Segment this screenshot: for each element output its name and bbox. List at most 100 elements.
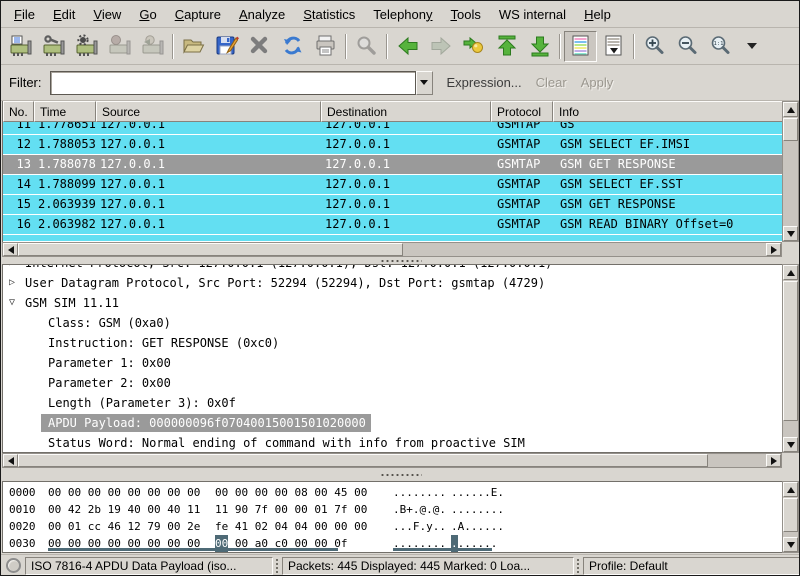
detail-row-length[interactable]: Length (Parameter 3): 0x0f [3, 393, 782, 413]
clear-button[interactable]: Clear [536, 75, 567, 90]
capture-start-button[interactable] [70, 31, 103, 62]
menu-capture[interactable]: Capture [166, 3, 230, 26]
packet-list-vscrollbar[interactable] [782, 101, 799, 242]
packet-row[interactable]: 152.063939127.0.0.1127.0.0.1GSMTAPGSM GE… [3, 195, 782, 215]
vscroll-thumb[interactable] [783, 118, 798, 141]
filter-input[interactable] [50, 71, 416, 95]
go-forward-button[interactable] [424, 31, 457, 62]
details-hscrollbar[interactable] [2, 453, 782, 468]
scroll-down-button[interactable] [783, 537, 798, 552]
packet-details-pane: ▷ Internet Protocol, Src: 127.0.0.1 (127… [2, 264, 782, 453]
packet-row[interactable]: 141.788099127.0.0.1127.0.0.1GSMTAPGSM SE… [3, 175, 782, 195]
column-header-info[interactable]: Info [553, 101, 782, 122]
go-back-icon [395, 34, 421, 58]
close-file-button[interactable] [243, 31, 276, 62]
details-vscrollbar[interactable] [782, 264, 799, 453]
go-to-top-button[interactable] [490, 31, 523, 62]
scroll-up-button[interactable] [783, 482, 798, 497]
print-button[interactable] [309, 31, 342, 62]
arrow-up-icon [787, 487, 795, 493]
column-header-source[interactable]: Source [96, 101, 321, 122]
list-interfaces-button[interactable] [4, 31, 37, 62]
find-button[interactable] [350, 31, 383, 62]
scroll-left-button[interactable] [3, 454, 18, 467]
scroll-down-button[interactable] [783, 437, 798, 452]
vscroll-thumb[interactable] [783, 498, 798, 532]
column-header-protocol[interactable]: Protocol [491, 101, 553, 122]
detail-row-gsm-sim[interactable]: ▽ GSM SIM 11.11 [3, 293, 782, 313]
packet-row-selected[interactable]: 131.788078127.0.0.1127.0.0.1GSMTAPGSM GE… [3, 155, 782, 175]
packet-row-partial[interactable]: 11 1.778651 127.0.0.1 127.0.0.1 GSMTAP G… [3, 122, 782, 135]
go-to-bottom-button[interactable] [523, 31, 556, 62]
packet-row[interactable]: 121.788053127.0.0.1127.0.0.1GSMTAPGSM SE… [3, 135, 782, 155]
column-header-no[interactable]: No. [3, 101, 34, 122]
go-back-button[interactable] [391, 31, 424, 62]
zoom-in-button[interactable] [638, 31, 671, 62]
scroll-left-button[interactable] [3, 243, 18, 256]
capture-restart-button[interactable] [136, 31, 169, 62]
menu-analyze[interactable]: Analyze [230, 3, 294, 26]
hex-row[interactable]: 001000 42 2b 19 40 00 40 1111 90 7f 00 0… [3, 501, 782, 518]
capture-stop-button[interactable] [103, 31, 136, 62]
column-header-destination[interactable]: Destination [321, 101, 491, 122]
packet-row-partial-bottom[interactable] [3, 235, 782, 241]
hex-row[interactable]: 000000 00 00 00 00 00 00 0000 00 00 00 0… [3, 484, 782, 501]
menu-go[interactable]: Go [130, 3, 165, 26]
pane-splitter[interactable] [1, 257, 800, 264]
expression-button[interactable]: Expression... [447, 75, 522, 90]
hscroll-thumb[interactable] [18, 243, 403, 256]
menu-tools[interactable]: Tools [442, 3, 490, 26]
menu-help[interactable]: Help [575, 3, 620, 26]
bytes-vscrollbar[interactable] [782, 481, 799, 553]
toolbar-overflow-caret-icon[interactable] [747, 43, 757, 49]
scroll-up-button[interactable] [783, 265, 798, 280]
zoom-in-icon [642, 34, 668, 58]
detail-row-status-word[interactable]: Status Word: Normal ending of command wi… [3, 433, 782, 453]
auto-scroll-toggle-button[interactable] [597, 31, 630, 62]
pane-splitter[interactable] [1, 468, 800, 481]
hscroll-thumb[interactable] [18, 454, 708, 467]
next-row-highlight-sliver [48, 548, 338, 551]
menu-file[interactable]: File [5, 3, 44, 26]
packet-bytes-pane: 000000 00 00 00 00 00 00 0000 00 00 00 0… [2, 481, 782, 553]
detail-row-instruction[interactable]: Instruction: GET RESPONSE (0xc0) [3, 333, 782, 353]
reload-button[interactable] [276, 31, 309, 62]
status-resize-handle[interactable] [275, 558, 280, 574]
open-file-button[interactable] [177, 31, 210, 62]
detail-row-udp[interactable]: ▷ User Datagram Protocol, Src Port: 5229… [3, 273, 782, 293]
menu-telephony[interactable]: Telephony [364, 3, 441, 26]
capture-options-button[interactable] [37, 31, 70, 62]
menu-view[interactable]: View [84, 3, 130, 26]
apply-button[interactable]: Apply [581, 75, 614, 90]
detail-row-partial[interactable]: ▷ Internet Protocol, Src: 127.0.0.1 (127… [3, 265, 782, 273]
filter-dropdown-button[interactable] [416, 71, 433, 95]
detail-row-class[interactable]: Class: GSM (0xa0) [3, 313, 782, 333]
menu-statistics[interactable]: Statistics [294, 3, 364, 26]
expert-info-circle-icon[interactable] [6, 558, 21, 573]
status-profile[interactable]: Profile: Default [583, 557, 800, 575]
menu-ws-internal[interactable]: WS internal [490, 3, 575, 26]
colorize-toggle-button[interactable] [564, 31, 597, 62]
detail-row-apdu-payload-selected[interactable]: APDU Payload: 000000096f0704001500150102… [3, 413, 782, 433]
menu-edit[interactable]: Edit [44, 3, 84, 26]
packet-list-pane: No. Time Source Destination Protocol Inf… [2, 101, 782, 242]
expander-expanded-icon[interactable]: ▽ [9, 293, 15, 313]
scroll-down-button[interactable] [783, 226, 798, 241]
hex-row[interactable]: 002000 01 cc 46 12 79 00 2efe 41 02 04 0… [3, 518, 782, 535]
save-file-button[interactable] [210, 31, 243, 62]
detail-row-parameter1[interactable]: Parameter 1: 0x00 [3, 353, 782, 373]
packet-list-hscrollbar[interactable] [2, 242, 782, 257]
scroll-right-button[interactable] [766, 454, 781, 467]
scroll-right-button[interactable] [766, 243, 781, 256]
column-header-time[interactable]: Time [34, 101, 96, 122]
expander-collapsed-icon[interactable]: ▷ [9, 273, 15, 293]
vscroll-thumb[interactable] [783, 281, 798, 421]
zoom-out-button[interactable] [671, 31, 704, 62]
scroll-up-button[interactable] [783, 102, 798, 117]
detail-row-parameter2[interactable]: Parameter 2: 0x00 [3, 373, 782, 393]
filter-bar: Filter: Expression... Clear Apply [1, 65, 799, 101]
zoom-100-button[interactable]: 1:1 [704, 31, 737, 62]
goto-packet-button[interactable] [457, 31, 490, 62]
packet-row[interactable]: 162.063982127.0.0.1127.0.0.1GSMTAPGSM RE… [3, 215, 782, 235]
status-resize-handle[interactable] [576, 558, 581, 574]
